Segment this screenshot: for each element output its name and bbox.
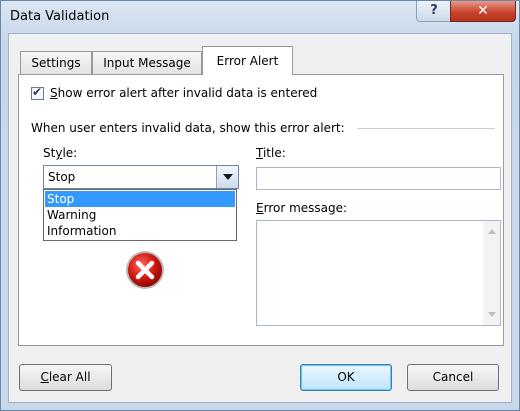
style-option-warning[interactable]: Warning [45, 207, 235, 223]
scroll-up-icon[interactable] [488, 229, 496, 234]
cancel-button[interactable]: Cancel [407, 364, 499, 391]
tab-input-message[interactable]: Input Message [92, 51, 202, 74]
error-message-scrollbar[interactable] [483, 221, 500, 325]
error-alert-panel: ✔ Show error alert after invalid data is… [18, 74, 504, 346]
title-bar: Data Validation ? ✕ [1, 1, 519, 33]
error-message-label: Error message: [256, 201, 348, 215]
dialog-client-area: Settings Input Message Error Alert ✔ Sho… [8, 33, 512, 403]
style-dropdown[interactable]: Stop [43, 165, 239, 189]
title-label: Title: [256, 146, 286, 160]
error-message-textarea[interactable] [256, 220, 501, 326]
section-label: When user enters invalid data, show this… [31, 121, 345, 135]
window-title: Data Validation [10, 9, 110, 24]
title-input[interactable] [256, 167, 501, 190]
chevron-down-icon [223, 174, 233, 180]
tab-settings[interactable]: Settings [20, 51, 92, 74]
style-option-stop[interactable]: Stop [45, 191, 235, 207]
show-error-alert-checkbox[interactable]: ✔ [31, 85, 44, 100]
scroll-down-icon[interactable] [488, 312, 496, 317]
style-options-list: Stop Warning Information [43, 189, 237, 241]
section-separator [357, 128, 495, 129]
style-dropdown-button[interactable] [216, 166, 238, 188]
ok-button[interactable]: OK [300, 364, 392, 391]
checkmark-icon: ✔ [32, 85, 43, 99]
clear-all-button[interactable]: Clear All [19, 364, 112, 391]
style-option-information[interactable]: Information [45, 223, 235, 239]
close-button[interactable]: ✕ [450, 1, 516, 22]
error-stop-icon [126, 251, 164, 289]
show-error-alert-label[interactable]: Show error alert after invalid data is e… [50, 86, 317, 100]
data-validation-dialog: Data Validation ? ✕ Settings Input Messa… [0, 0, 520, 411]
style-selected-value: Stop [48, 170, 76, 184]
help-button[interactable]: ? [416, 1, 452, 22]
tab-error-alert[interactable]: Error Alert [202, 46, 293, 75]
style-label: Style: [43, 146, 78, 160]
